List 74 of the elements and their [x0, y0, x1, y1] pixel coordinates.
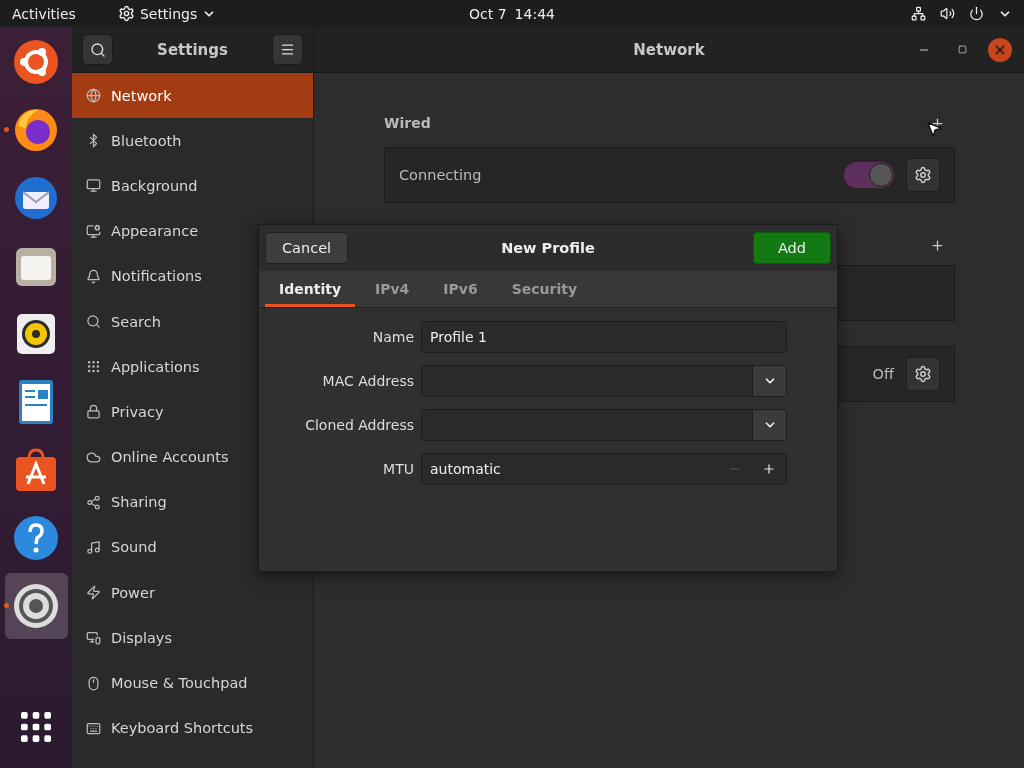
volume-icon[interactable] [940, 6, 955, 21]
sidebar-item[interactable]: Mouse & Touchpad [72, 660, 313, 706]
dropdown-button[interactable] [752, 366, 786, 396]
keyboard-icon [86, 720, 101, 736]
add-button[interactable] [930, 237, 945, 253]
power-icon[interactable] [969, 6, 984, 21]
search-icon [89, 41, 106, 58]
cloud-icon [86, 449, 101, 465]
tab[interactable]: Identity [265, 271, 355, 307]
help-icon [12, 514, 60, 562]
search-button[interactable] [82, 34, 113, 65]
monitor-icon [86, 630, 101, 646]
sidebar-item[interactable]: Network [72, 73, 313, 119]
field-label: MAC Address [321, 373, 414, 389]
tab[interactable]: IPv4 [361, 271, 424, 307]
plus-icon [930, 237, 945, 253]
music-note-icon [86, 539, 101, 555]
field-label: MTU [382, 461, 414, 477]
globe-icon [86, 88, 101, 104]
lightning-icon [86, 585, 101, 601]
menu-button[interactable] [272, 34, 303, 65]
input-field[interactable]: Profile 1 [421, 321, 787, 353]
date-label[interactable]: Oct 7 [469, 5, 507, 22]
tab[interactable]: IPv6 [429, 271, 492, 307]
monitor-icon [86, 223, 101, 239]
spin-field[interactable]: automatic [421, 453, 787, 485]
network-icon[interactable] [911, 6, 926, 21]
field-label: Cloned Address [304, 417, 414, 433]
menu-icon [280, 42, 295, 57]
share-icon [86, 494, 101, 510]
combo-field[interactable] [421, 409, 787, 441]
add-button[interactable]: Add [752, 232, 831, 264]
dropdown-button[interactable] [752, 410, 786, 440]
field-label: Name [371, 329, 414, 345]
dialog-title: New Profile [501, 240, 595, 256]
settings-button[interactable] [906, 158, 940, 192]
mouse-pointer-icon [925, 120, 943, 138]
close-button[interactable] [988, 37, 1012, 62]
maximize-icon [957, 45, 967, 54]
running-dot [3, 603, 9, 608]
window-title: Network [633, 40, 705, 59]
sidebar-item[interactable]: Bluetooth [72, 118, 313, 164]
monitor-icon [86, 178, 101, 194]
sidebar-item[interactable]: Displays [72, 615, 313, 661]
sidebar-item[interactable]: Background [72, 163, 313, 209]
sidebar-item[interactable]: Online Accounts [72, 434, 313, 480]
sidebar-item[interactable]: Sound [72, 524, 313, 571]
ubuntu-logo-icon [12, 38, 60, 86]
toggle-switch[interactable] [844, 162, 894, 188]
mouse-icon [86, 675, 101, 691]
sidebar-item[interactable]: Power [72, 570, 313, 616]
sidebar-item[interactable]: Sharing [72, 479, 313, 525]
sidebar-item[interactable]: Applications [72, 344, 313, 390]
cancel-button[interactable]: Cancel [265, 232, 349, 264]
lock-icon [86, 404, 101, 420]
bell-icon [86, 268, 101, 284]
dock-item[interactable] [4, 573, 68, 639]
grid-icon [86, 359, 101, 375]
time-label[interactable]: 14:44 [514, 5, 555, 22]
connection-status: Connecting [399, 167, 482, 183]
activities-button[interactable]: Activities [12, 5, 76, 22]
bird-envelope-icon [12, 174, 60, 222]
app-menu[interactable]: Settings [117, 5, 217, 22]
sidebar-item[interactable]: Keyboard Shortcuts [72, 705, 313, 751]
section-title: Wired [384, 115, 431, 131]
plus-icon [762, 462, 776, 476]
combo-field[interactable] [421, 365, 787, 397]
fox-icon [12, 106, 60, 154]
connection-status: Off [872, 366, 894, 382]
settings-button[interactable] [906, 357, 940, 391]
search-icon [86, 314, 101, 330]
tab[interactable]: Security [497, 271, 592, 307]
sidebar-title: Settings [157, 40, 228, 59]
running-dot [3, 127, 9, 132]
